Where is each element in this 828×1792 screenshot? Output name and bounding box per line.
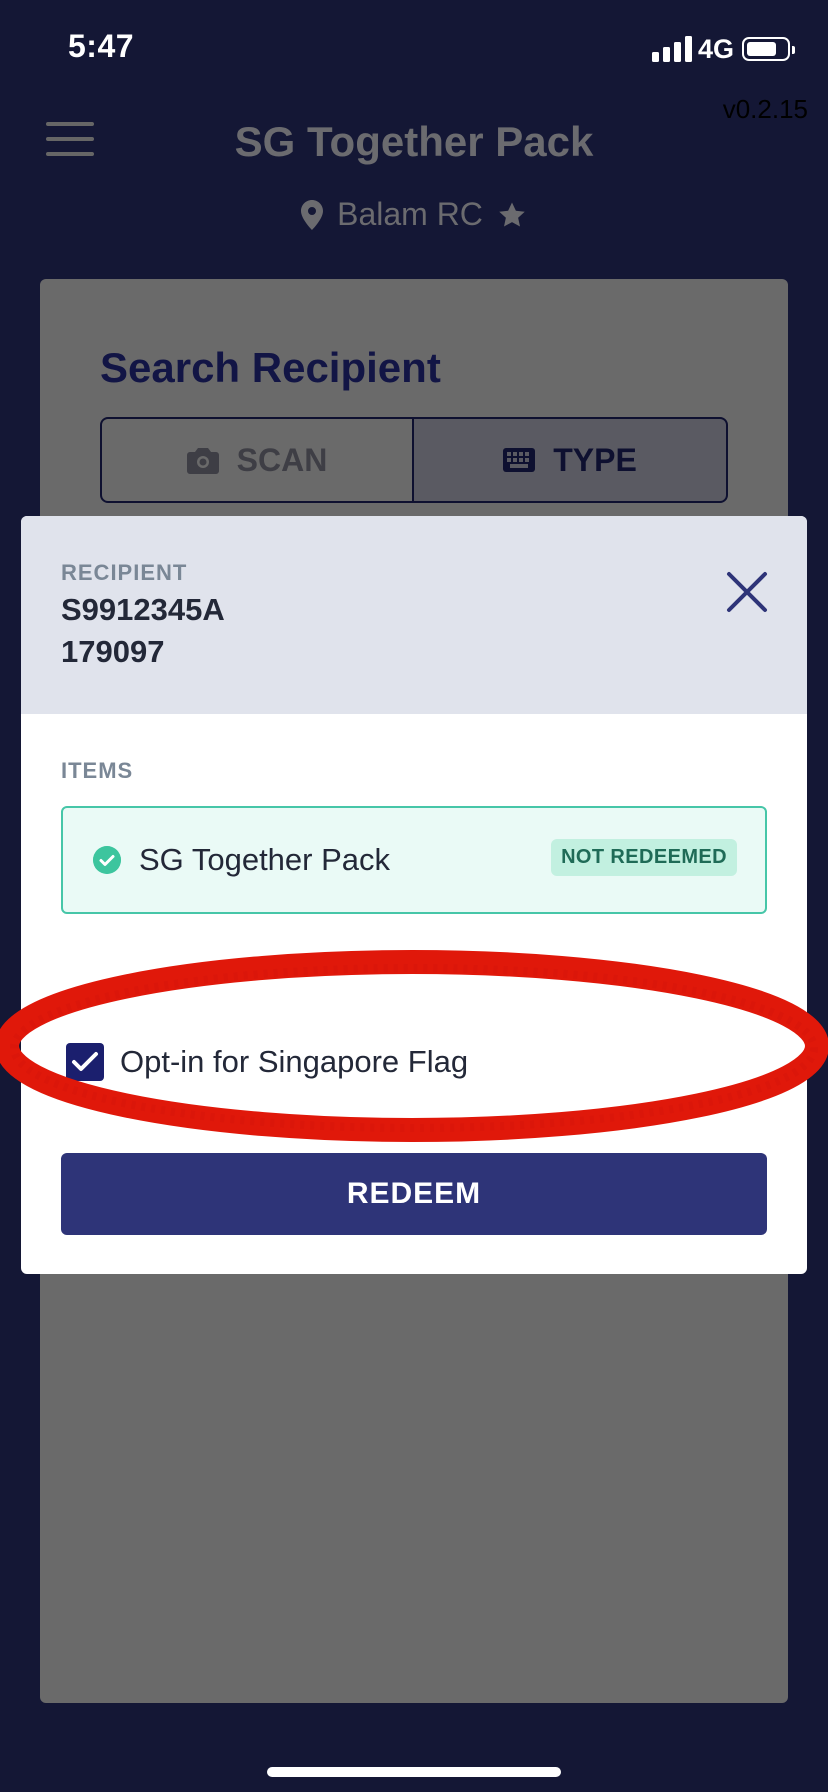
- tab-type[interactable]: TYPE: [412, 417, 728, 503]
- status-time: 5:47: [68, 28, 135, 64]
- recipient-id: S9912345A: [61, 592, 225, 627]
- checkbox-checked-icon[interactable]: [66, 1043, 104, 1081]
- app-title: SG Together Pack: [234, 118, 594, 165]
- recipient-label: RECIPIENT: [61, 560, 188, 585]
- close-icon[interactable]: [721, 566, 773, 618]
- location-pin-icon: [301, 199, 324, 230]
- camera-icon: [186, 448, 219, 474]
- recipient-modal: RECIPIENT S9912345A 179097 ITEMS SG Toge…: [21, 516, 807, 1274]
- tab-type-label: TYPE: [553, 441, 637, 478]
- redeem-button[interactable]: REDEEM: [61, 1153, 767, 1235]
- check-circle-icon: [93, 846, 121, 874]
- keyboard-icon: [503, 448, 536, 472]
- list-item: SG Together Pack NOT REDEEMED: [61, 806, 767, 914]
- tab-scan-label: SCAN: [236, 441, 328, 478]
- star-icon[interactable]: [497, 200, 527, 230]
- location-name: Balam RC: [337, 196, 483, 232]
- tab-scan[interactable]: SCAN: [100, 417, 414, 503]
- cellular-signal-icon: [652, 36, 692, 62]
- home-indicator: [267, 1767, 561, 1777]
- network-type: 4G: [698, 34, 735, 64]
- status-badge: NOT REDEEMED: [551, 839, 737, 876]
- recipient-code: 179097: [61, 634, 165, 669]
- items-label: ITEMS: [61, 758, 134, 783]
- opt-in-label: Opt-in for Singapore Flag: [120, 1044, 469, 1079]
- location-row[interactable]: Balam RC: [0, 196, 828, 233]
- search-title: Search Recipient: [100, 344, 441, 391]
- battery-icon: [742, 37, 795, 61]
- opt-in-flag-checkbox[interactable]: Opt-in for Singapore Flag: [66, 1043, 468, 1081]
- item-name: SG Together Pack: [139, 842, 391, 877]
